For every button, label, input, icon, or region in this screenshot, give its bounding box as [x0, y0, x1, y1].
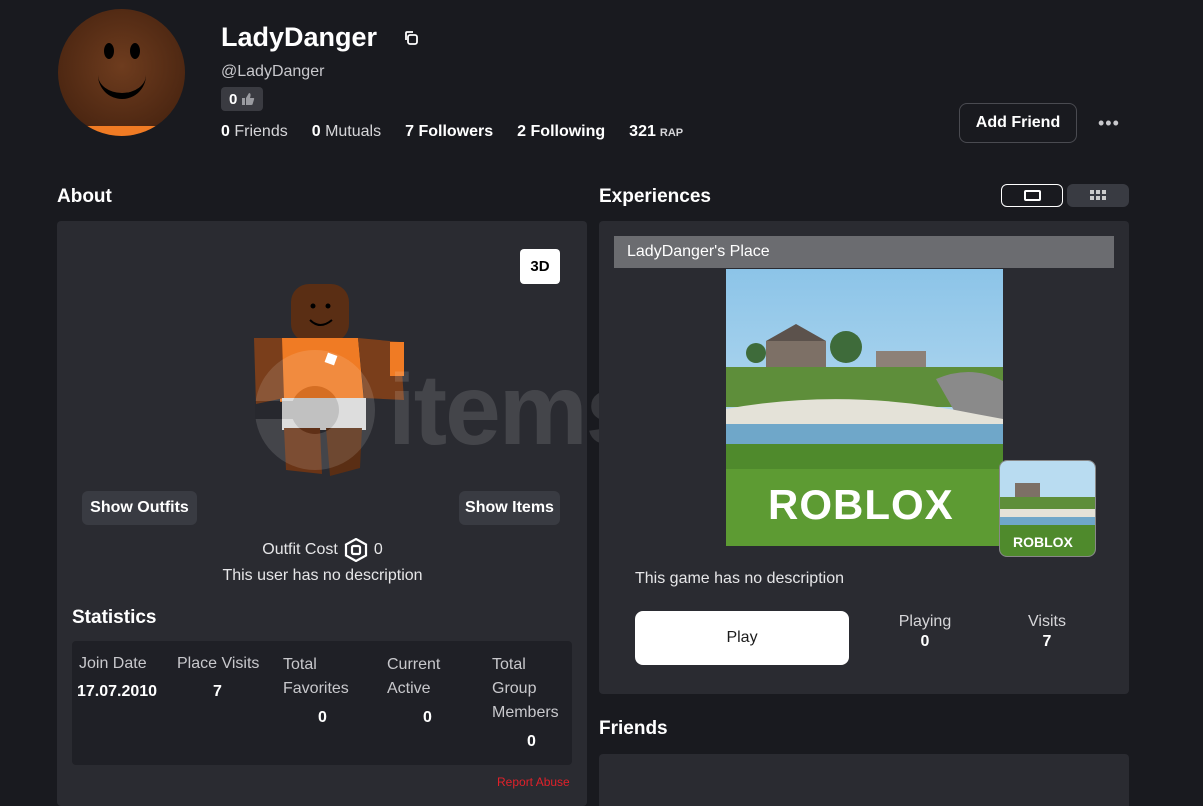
friends-panel: [599, 754, 1129, 806]
about-description: This user has no description: [222, 567, 423, 584]
mutuals-count-link[interactable]: 0 Mutuals: [312, 123, 381, 141]
game-description: This game has no description: [635, 570, 844, 587]
game-thumbnail[interactable]: ROBLOX: [726, 269, 1003, 546]
outfit-cost-label: Outfit Cost: [262, 541, 338, 558]
join-date-label: Join Date: [79, 655, 147, 672]
view-toggle-grid[interactable]: [1067, 184, 1129, 207]
thumbs-up-icon: [242, 93, 255, 105]
report-abuse-link[interactable]: Report Abuse: [497, 775, 570, 789]
total-favorites-value: 0: [318, 709, 327, 726]
place-visits-label: Place Visits: [177, 655, 260, 672]
group-members-value: 0: [527, 733, 536, 750]
avatar-figure[interactable]: [240, 280, 420, 485]
play-button[interactable]: Play: [635, 611, 849, 665]
friends-title: Friends: [599, 718, 668, 739]
view-toggle-single[interactable]: [1001, 184, 1063, 207]
thumbnail-logo: ROBLOX: [768, 481, 954, 528]
visits-stat: Visits 7: [1028, 613, 1066, 650]
more-options-icon[interactable]: •••: [1098, 113, 1120, 133]
game-icon[interactable]: ROBLOX: [999, 460, 1096, 557]
friends-count-link[interactable]: 0 Friends: [221, 123, 288, 141]
add-friend-button[interactable]: Add Friend: [959, 103, 1077, 143]
outfit-cost-value: 0: [373, 541, 383, 558]
single-view-icon: [1024, 190, 1041, 201]
username: @LadyDanger: [221, 63, 325, 80]
join-date-value: 17.07.2010: [77, 683, 158, 700]
reputation-value: 0: [229, 90, 238, 108]
grid-view-icon: [1090, 190, 1106, 200]
show-outfits-button[interactable]: Show Outfits: [82, 491, 197, 525]
reputation-badge: 0: [221, 87, 264, 111]
copy-icon[interactable]: [403, 30, 419, 46]
playing-stat: Playing 0: [898, 613, 952, 650]
experiences-title: Experiences: [599, 186, 711, 207]
view-3d-button[interactable]: 3D: [520, 249, 560, 284]
outfit-cost: Outfit Cost 0: [200, 538, 445, 562]
current-active-label: Current Active: [387, 656, 441, 697]
place-name[interactable]: LadyDanger's Place: [614, 236, 1114, 268]
statistics-title: Statistics: [72, 607, 157, 628]
followers-count-link[interactable]: 7 Followers: [405, 123, 493, 141]
display-name: LadyDanger: [221, 22, 378, 52]
show-items-button[interactable]: Show Items: [459, 491, 560, 525]
current-active-value: 0: [423, 709, 432, 726]
icon-logo: ROBLOX: [1013, 534, 1073, 550]
following-count-link[interactable]: 2 Following: [517, 123, 605, 141]
robux-icon: [344, 538, 367, 562]
profile-avatar[interactable]: [58, 9, 185, 136]
rap-value: 321 RAP: [629, 123, 684, 140]
profile-counts: 0 Friends 0 Mutuals 7 Followers 2 Follow…: [221, 123, 707, 141]
total-favorites-label: Total Favorites: [283, 656, 349, 697]
place-visits-value: 7: [213, 683, 222, 700]
about-title: About: [57, 186, 112, 207]
group-members-label: Total Group Members: [492, 656, 559, 721]
